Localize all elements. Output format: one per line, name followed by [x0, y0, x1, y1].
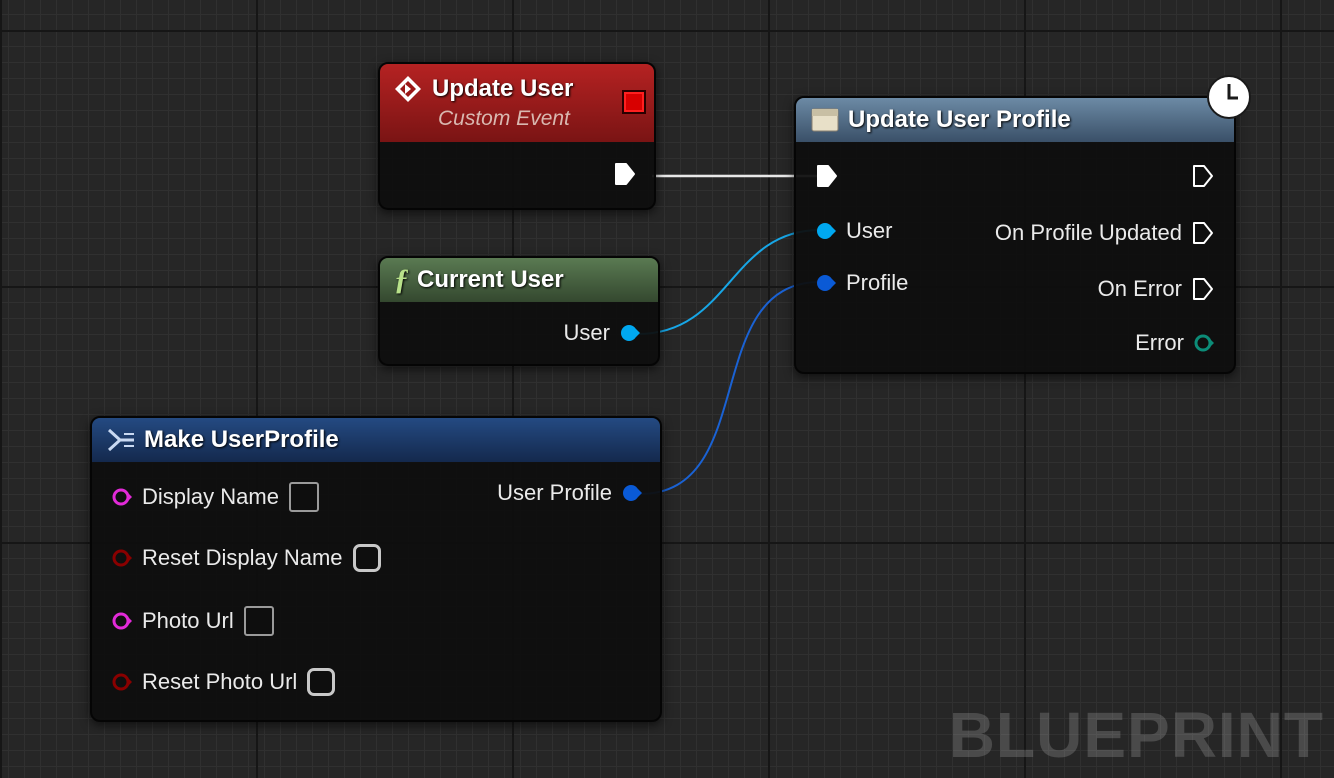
user-in-pin-icon[interactable] — [816, 222, 836, 240]
pin-label: Display Name — [142, 484, 279, 509]
profile-wire[interactable] — [639, 281, 821, 495]
exec-out-pin-icon[interactable] — [1192, 277, 1214, 301]
on-error-output-row: On Error — [1098, 276, 1214, 302]
exec-out-pin-icon[interactable] — [1192, 221, 1214, 245]
event-diamond-icon — [395, 76, 421, 102]
node-subtitle: Custom Event — [438, 107, 570, 130]
profile-input-row: Profile — [816, 270, 908, 296]
reset-display-name-input-row: Reset Display Name — [112, 544, 381, 572]
user-profile-out-pin-icon[interactable] — [622, 484, 642, 502]
pin-label: On Error — [1097, 276, 1182, 301]
pin-label: User — [563, 320, 610, 345]
error-output-row: Error — [1135, 330, 1214, 356]
exec-in-pin-icon[interactable] — [816, 164, 838, 188]
profile-in-pin-icon[interactable] — [816, 274, 836, 292]
pin-label: On Profile Updated — [994, 220, 1182, 245]
pin-label: User Profile — [497, 480, 612, 505]
node-header[interactable]: Update User Custom Event — [380, 64, 654, 142]
on-profile-updated-output-row: On Profile Updated — [995, 220, 1214, 246]
exec-input-row — [816, 164, 838, 188]
string-pin-icon[interactable] — [112, 612, 132, 630]
async-task-icon — [811, 108, 839, 132]
current-user-function-node[interactable]: ƒ Current User User — [378, 256, 660, 366]
blueprint-watermark: BLUEPRINT — [948, 699, 1324, 771]
make-struct-icon — [107, 428, 134, 452]
node-header[interactable]: Update User Profile — [796, 98, 1234, 142]
exec-output-row — [1192, 164, 1214, 188]
photo-url-input-row: Photo Url — [112, 606, 274, 636]
pin-label: Error — [1135, 330, 1184, 355]
pin-label: Reset Photo Url — [142, 669, 298, 694]
exec-out-pin-icon[interactable] — [1192, 164, 1214, 188]
display-name-text-field[interactable] — [288, 482, 319, 512]
pin-label: Reset Display Name — [142, 545, 343, 570]
make-userprofile-node[interactable]: Make UserProfile User Profile Display Na… — [90, 416, 662, 722]
user-profile-output-row: User Profile — [497, 480, 642, 506]
error-out-pin-icon[interactable] — [1194, 334, 1214, 352]
user-out-pin-icon[interactable] — [620, 324, 640, 342]
latent-clock-icon — [1207, 75, 1251, 119]
user-output-row: User — [564, 320, 640, 346]
reset-photo-url-input-row: Reset Photo Url — [112, 668, 336, 696]
bool-pin-icon[interactable] — [112, 549, 132, 567]
pin-label: User — [846, 218, 893, 243]
bool-pin-icon[interactable] — [112, 673, 132, 691]
update-user-event-node[interactable]: Update User Custom Event — [378, 62, 656, 210]
node-header[interactable]: Make UserProfile — [92, 418, 660, 462]
pin-label: Photo Url — [142, 608, 234, 633]
user-wire[interactable] — [637, 229, 821, 335]
node-title: Current User — [417, 266, 564, 293]
node-title: Make UserProfile — [144, 426, 339, 453]
node-title: Update User Profile — [848, 106, 1071, 133]
reset-photo-url-checkbox[interactable] — [307, 668, 336, 696]
exec-out-pin-icon[interactable] — [614, 162, 636, 186]
display-name-input-row: Display Name — [112, 482, 319, 512]
exec-output-row — [614, 162, 636, 186]
photo-url-text-field[interactable] — [243, 606, 274, 636]
pin-label: Profile — [846, 270, 909, 295]
string-pin-icon[interactable] — [112, 488, 132, 506]
reset-display-name-checkbox[interactable] — [352, 544, 381, 572]
node-title: Update User — [432, 75, 574, 102]
delegate-output-pin[interactable] — [624, 92, 644, 112]
update-user-profile-node[interactable]: Update User Profile User On Profile Upda… — [794, 96, 1236, 374]
function-icon: ƒ — [394, 263, 409, 296]
node-header[interactable]: ƒ Current User — [380, 258, 658, 302]
user-input-row: User — [816, 218, 892, 244]
